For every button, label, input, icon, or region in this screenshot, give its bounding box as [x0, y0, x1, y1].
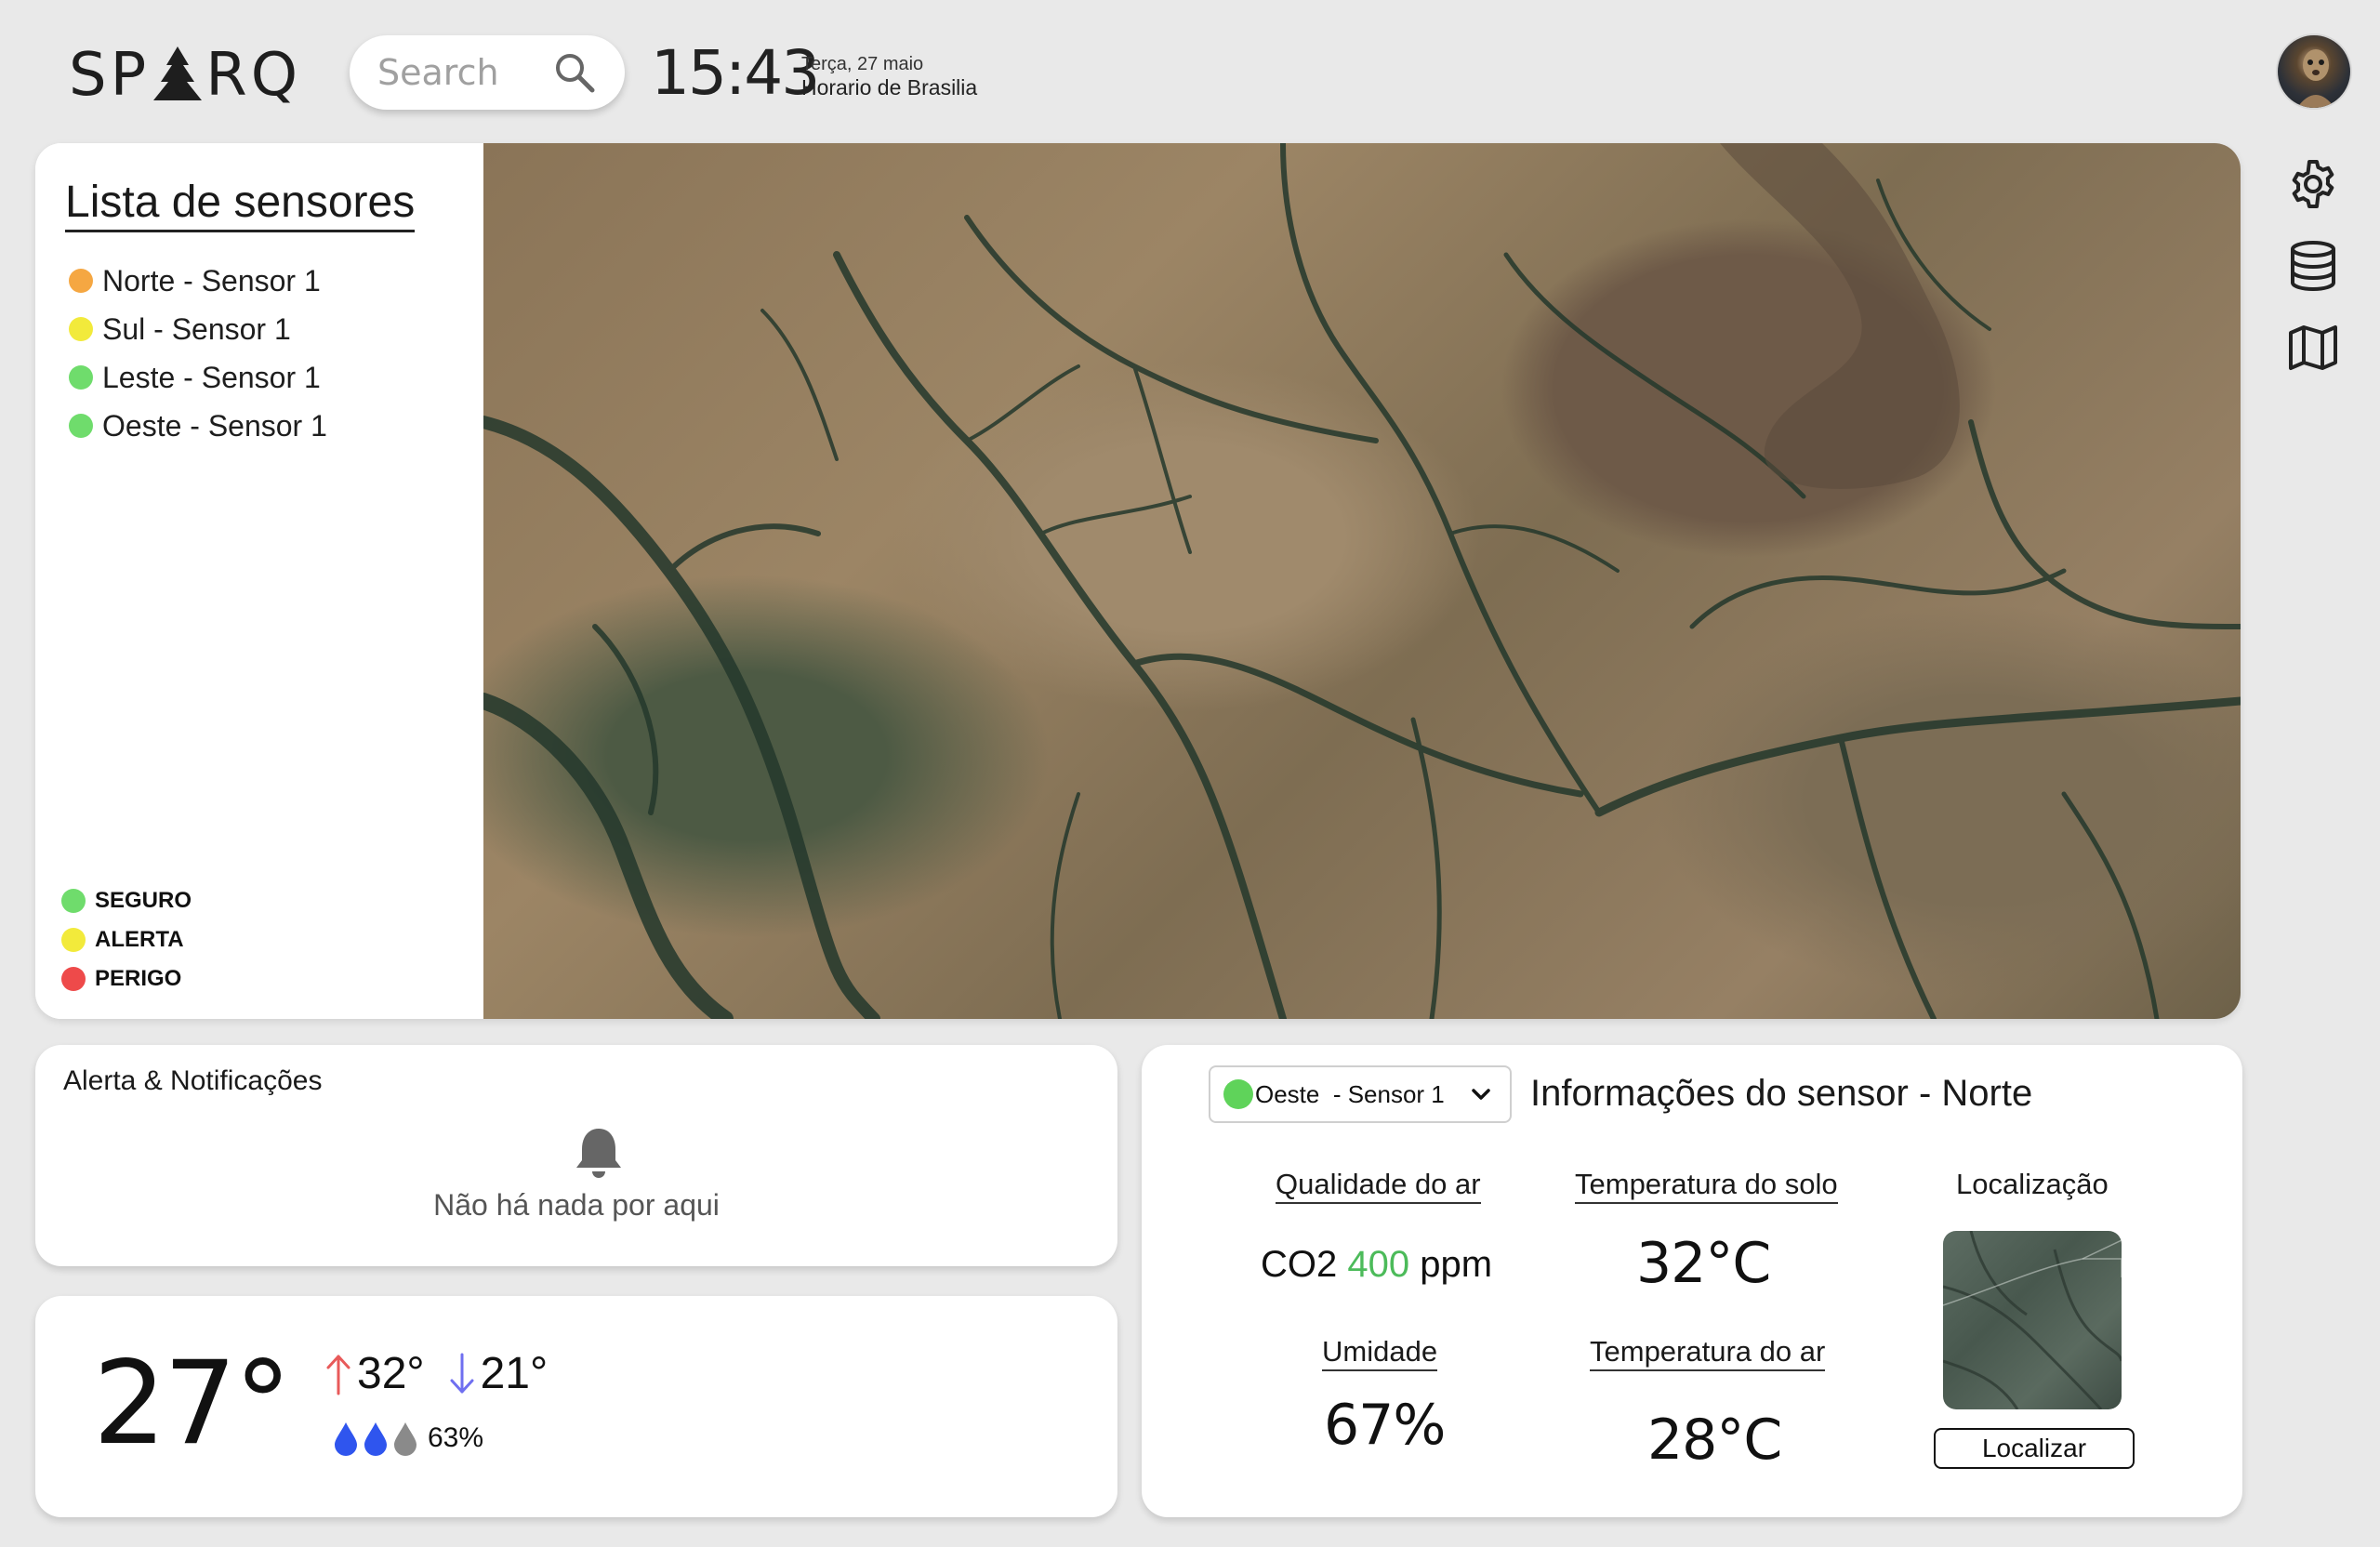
sensor-info-card: Oeste - Sensor 1 Informações do sensor -… — [1142, 1045, 2242, 1517]
tree-icon — [153, 46, 203, 100]
status-dot — [69, 365, 93, 390]
avatar-image — [2296, 49, 2335, 108]
location-mini-map[interactable] — [1943, 1231, 2122, 1409]
drop-icon — [394, 1422, 416, 1456]
date-text: Terça, 27 maio — [801, 54, 924, 74]
current-temperature: 27° — [93, 1337, 292, 1471]
sensor-item-norte[interactable]: Norte - Sensor 1 — [69, 257, 327, 305]
sensor-item-leste[interactable]: Leste - Sensor 1 — [69, 353, 327, 402]
logo-text-left: SP — [69, 41, 151, 110]
rain-humidity: 63% — [333, 1421, 483, 1456]
status-legend: SEGURO ALERTA PERIGO — [61, 881, 192, 998]
co2-prefix: CO2 — [1261, 1244, 1338, 1285]
mini-map-terrain — [1943, 1231, 2122, 1409]
status-dot — [1223, 1079, 1253, 1109]
arrow-up-icon — [326, 1355, 350, 1395]
low-temperature-group: 21° — [445, 1348, 549, 1399]
status-dot — [69, 317, 93, 341]
drop-icon — [364, 1422, 387, 1456]
date-block: Terça, 27 maio Horario de Brasilia — [801, 54, 977, 99]
database-icon[interactable] — [2287, 240, 2339, 292]
humidity-value: 67% — [1324, 1393, 1446, 1458]
search-input[interactable] — [377, 52, 545, 93]
map-card: Lista de sensores Norte - Sensor 1 Sul -… — [35, 143, 2241, 1019]
avatar[interactable] — [2276, 33, 2352, 110]
logo-text-right: RQ — [205, 41, 302, 110]
map-icon[interactable] — [2287, 322, 2339, 374]
legend-item-perigo: PERIGO — [61, 959, 192, 998]
drop-icon — [335, 1422, 357, 1456]
legend-item-alerta: ALERTA — [61, 920, 192, 959]
co2-value: 400 — [1347, 1244, 1410, 1285]
bell-icon — [576, 1129, 621, 1178]
humidity-label: Umidade — [1322, 1335, 1438, 1371]
sensor-list-title: Lista de sensores — [65, 177, 416, 232]
satellite-map[interactable] — [483, 143, 2241, 1019]
air-temperature-value: 28°C — [1647, 1408, 1782, 1473]
sensor-item-label: Oeste - Sensor 1 — [102, 408, 327, 443]
alerts-card: Alerta & Notificações Não há nada por aq… — [35, 1045, 1117, 1266]
legend-label: PERIGO — [95, 966, 182, 991]
legend-label: ALERTA — [95, 927, 184, 952]
alerts-empty-message: Não há nada por aqui — [433, 1188, 720, 1222]
search-icon[interactable] — [552, 50, 597, 95]
legend-dot — [61, 889, 86, 913]
soil-temperature-value: 32°C — [1636, 1231, 1771, 1296]
co2-unit: ppm — [1420, 1244, 1493, 1285]
legend-dot — [61, 967, 86, 991]
sensor-item-label: Norte - Sensor 1 — [102, 263, 321, 298]
air-temperature-label: Temperatura do ar — [1590, 1335, 1826, 1371]
sensor-item-oeste[interactable]: Oeste - Sensor 1 — [69, 402, 327, 450]
legend-label: SEGURO — [95, 888, 192, 913]
legend-dot — [61, 928, 86, 952]
sensor-item-sul[interactable]: Sul - Sensor 1 — [69, 305, 327, 353]
sensor-select[interactable]: Oeste - Sensor 1 — [1209, 1065, 1512, 1123]
humidity-value: 63% — [428, 1422, 484, 1453]
chevron-down-icon — [1472, 1089, 1490, 1100]
sensor-item-label: Sul - Sensor 1 — [102, 311, 291, 346]
sensor-info-heading: Informações do sensor - Norte — [1530, 1073, 2033, 1114]
alerts-title: Alerta & Notificações — [63, 1065, 323, 1096]
sensor-item-label: Leste - Sensor 1 — [102, 360, 321, 394]
sensor-select-value: Oeste - Sensor 1 — [1255, 1079, 1445, 1108]
terrain-drainage — [483, 143, 2241, 1019]
temperature-range: 32° 21° — [322, 1348, 548, 1399]
side-nav — [2287, 158, 2343, 403]
location-label: Localização — [1956, 1168, 2109, 1200]
air-quality-value: CO2 400 ppm — [1261, 1244, 1492, 1286]
search-bar[interactable] — [350, 35, 625, 110]
legend-item-seguro: SEGURO — [61, 881, 192, 920]
status-dot — [69, 414, 93, 438]
soil-temperature-label: Temperatura do solo — [1575, 1168, 1838, 1204]
gear-icon[interactable] — [2287, 158, 2339, 210]
sensor-panel: Lista de sensores Norte - Sensor 1 Sul -… — [35, 143, 483, 1019]
locate-button[interactable]: Localizar — [1934, 1428, 2135, 1469]
high-temperature: 32° — [357, 1349, 425, 1398]
clock: 15:43 — [651, 37, 820, 109]
app-logo[interactable]: SP RQ — [69, 41, 301, 110]
sensor-list: Norte - Sensor 1 Sul - Sensor 1 Leste - … — [69, 257, 327, 450]
weather-card: 27° 32° 21° 63% — [35, 1296, 1117, 1517]
status-dot — [69, 269, 93, 293]
low-temperature: 21° — [480, 1349, 549, 1398]
arrow-down-icon — [450, 1353, 474, 1393]
air-quality-label: Qualidade do ar — [1276, 1168, 1481, 1204]
timezone-text: Horario de Brasilia — [801, 75, 978, 99]
